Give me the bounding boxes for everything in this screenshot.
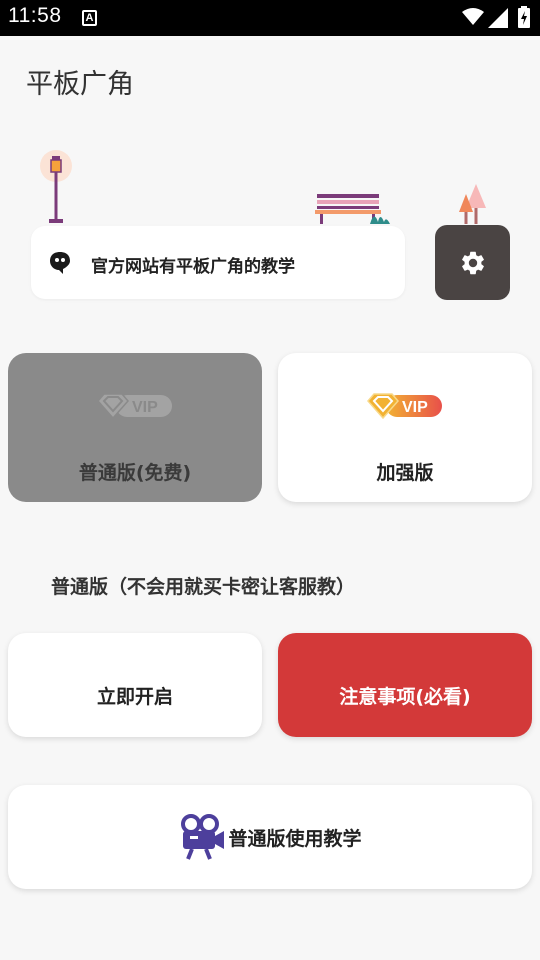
- wifi-icon: [462, 8, 484, 25]
- free-version-button[interactable]: VIP 普通版(免费): [8, 353, 262, 502]
- gear-icon: [461, 251, 484, 274]
- settings-button[interactable]: [435, 225, 510, 300]
- start-now-label: 立即开启: [96, 685, 173, 708]
- free-version-label: 普通版(免费): [78, 462, 192, 484]
- street-lamp-illustration: [40, 150, 72, 223]
- notice-card[interactable]: 官方网站有平板广角的教学: [31, 226, 405, 299]
- notice-text: 官方网站有平板广角的教学: [91, 257, 295, 277]
- tutorial-button[interactable]: 普通版使用教学: [8, 785, 532, 889]
- bench-illustration: [315, 194, 390, 224]
- tutorial-label: 普通版使用教学: [228, 827, 362, 850]
- plus-version-button[interactable]: VIP 加强版: [278, 353, 532, 502]
- vip-badge-icon: VIP: [97, 393, 172, 420]
- section-heading: 普通版（不会用就买卡密让客服教）: [51, 576, 356, 598]
- video-camera-icon: [181, 814, 225, 860]
- signal-icon: [488, 8, 508, 28]
- notification-a-icon: A: [82, 10, 97, 26]
- vip-badge-text: VIP: [132, 399, 158, 416]
- battery-icon: [518, 6, 530, 28]
- start-now-button[interactable]: 立即开启: [8, 633, 262, 737]
- status-bar: 11:58 A: [0, 0, 540, 36]
- status-time: 11:58: [8, 4, 62, 27]
- trees-illustration: [459, 184, 486, 224]
- notes-label: 注意事项(必看): [339, 685, 471, 708]
- page-title: 平板广角: [26, 69, 134, 100]
- vip-badge-text: VIP: [402, 399, 428, 416]
- notes-button[interactable]: 注意事项(必看): [278, 633, 532, 737]
- quote-bubble-icon: [50, 252, 70, 274]
- vip-badge-icon: VIP: [367, 393, 442, 420]
- plus-version-label: 加强版: [376, 462, 434, 484]
